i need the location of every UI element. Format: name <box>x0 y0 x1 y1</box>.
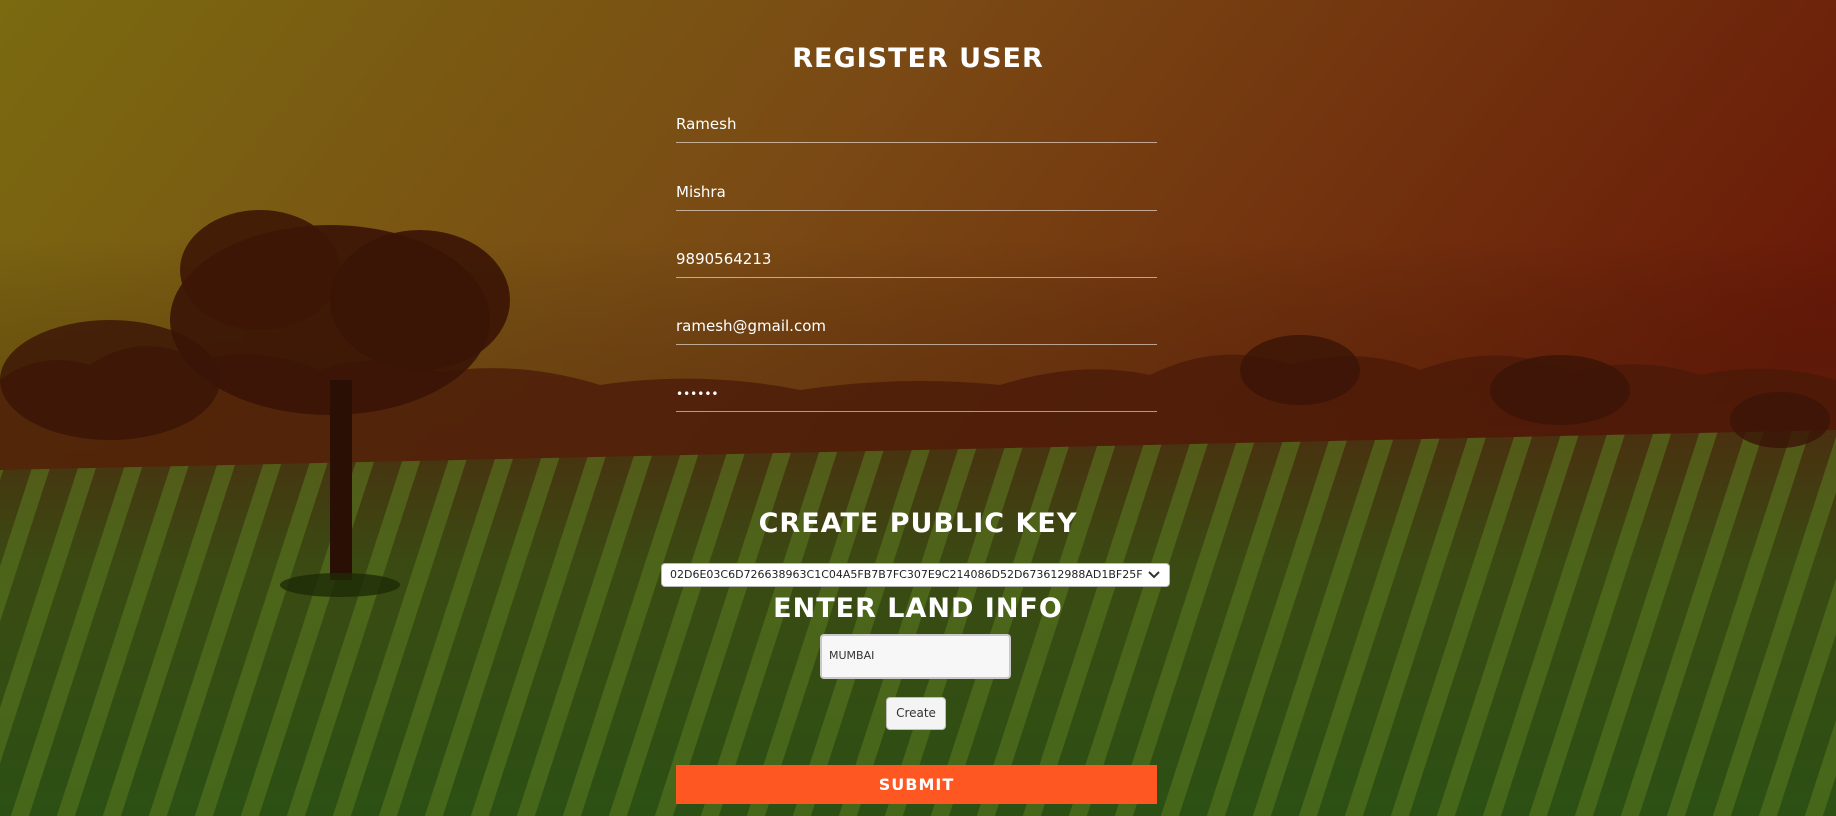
phone-field[interactable]: 9890564213 <box>676 247 1157 278</box>
public-key-select[interactable]: 02D6E03C6D726638963C1C04A5FB7B7FC307E9C2… <box>661 563 1170 587</box>
first-name-value: Ramesh <box>676 115 737 133</box>
chevron-down-icon <box>1148 571 1160 579</box>
register-user-heading: REGISTER USER <box>792 43 1044 74</box>
enter-land-info-heading: ENTER LAND INFO <box>773 593 1063 624</box>
land-info-value: MUMBAI <box>829 649 875 662</box>
first-name-field[interactable]: Ramesh <box>676 112 1157 143</box>
submit-button[interactable]: SUBMIT <box>676 765 1157 804</box>
password-mask: •••••• <box>676 387 719 401</box>
password-field[interactable]: •••••• <box>676 381 1157 412</box>
land-info-input[interactable]: MUMBAI <box>820 634 1011 679</box>
email-value: ramesh@gmail.com <box>676 317 826 335</box>
create-public-key-heading: CREATE PUBLIC KEY <box>758 508 1078 539</box>
public-key-selected-value: 02D6E03C6D726638963C1C04A5FB7B7FC307E9C2… <box>670 568 1143 581</box>
create-button[interactable]: Create <box>886 697 946 730</box>
email-field[interactable]: ramesh@gmail.com <box>676 314 1157 345</box>
register-page: REGISTER USER Ramesh Mishra 9890564213 r… <box>0 0 1836 816</box>
last-name-field[interactable]: Mishra <box>676 180 1157 211</box>
phone-value: 9890564213 <box>676 250 772 268</box>
last-name-value: Mishra <box>676 183 726 201</box>
